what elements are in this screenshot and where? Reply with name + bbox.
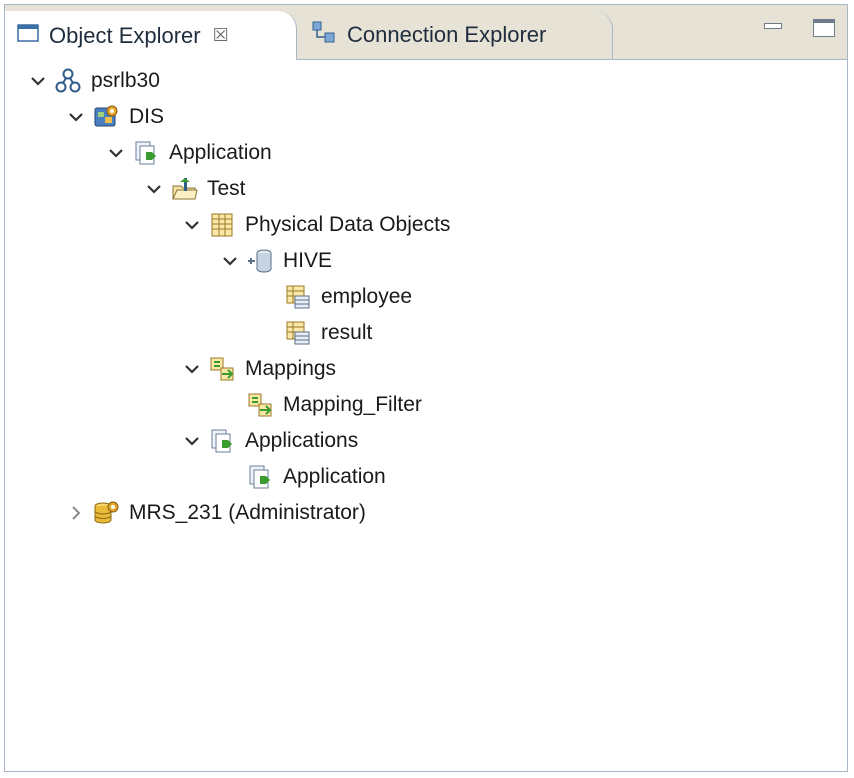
chevron-down-icon[interactable] [105,142,127,164]
tree-node-application-child[interactable]: Application [219,459,386,495]
tree-node-label: Applications [245,429,359,452]
tree-node-label: Application [283,465,386,488]
tree-node-label: Test [207,177,246,200]
table-object-icon [283,282,313,312]
tree-node-project[interactable]: Test [143,171,246,207]
application-icon [207,426,237,456]
close-tab-icon[interactable]: ☒ [213,25,229,46]
tree-node-label: result [321,321,373,344]
tree-node-label: Mapping_Filter [283,393,422,416]
maximize-view-button[interactable] [813,19,835,37]
tree-node-repository[interactable]: MRS_231 (Administrator) [65,495,366,531]
chevron-down-icon[interactable] [143,178,165,200]
tree-node-service[interactable]: DIS [65,99,164,135]
tree-node-label: psrlb30 [91,69,160,92]
database-connection-icon [245,246,275,276]
tree-node-label: MRS_231 (Administrator) [129,501,366,524]
tree-node-applications[interactable]: Applications [181,423,358,459]
data-integration-service-icon [91,102,121,132]
object-explorer-panel: Object Explorer ☒ Connection Explorer ps… [4,4,848,772]
object-explorer-window-icon [17,23,39,49]
tree-node-mapping[interactable]: Mapping_Filter [219,387,422,423]
tree-node-physical-data-objects[interactable]: Physical Data Objects [181,207,450,243]
tab-object-explorer[interactable]: Object Explorer ☒ [5,11,297,60]
physical-data-objects-icon [207,210,237,240]
tab-label: Object Explorer [49,22,201,48]
tree-node-data-object[interactable]: result [257,315,372,351]
tree-node-label: employee [321,285,413,308]
tree-node-label: Mappings [245,357,337,380]
tab-label: Connection Explorer [347,22,547,47]
tree-node-mappings[interactable]: Mappings [181,351,336,387]
tree-node-connection[interactable]: HIVE [219,243,332,279]
application-icon [131,138,161,168]
domain-node-icon [53,66,83,96]
chevron-down-icon[interactable] [181,214,203,236]
mapping-icon [245,390,275,420]
tree-node-label: Physical Data Objects [245,213,451,236]
model-repository-service-icon [91,498,121,528]
tree-node-label: HIVE [283,249,333,272]
connection-explorer-icon [311,20,337,50]
chevron-down-icon[interactable] [181,358,203,380]
tree-node-domain[interactable]: psrlb30 [27,63,160,99]
chevron-down-icon[interactable] [65,106,87,128]
chevron-down-icon[interactable] [181,430,203,452]
tree-node-label: Application [169,141,272,164]
minimize-view-button[interactable] [761,19,783,37]
tree-node-application[interactable]: Application [105,135,272,171]
table-object-icon [283,318,313,348]
tab-connection-explorer[interactable]: Connection Explorer [297,11,613,59]
chevron-down-icon[interactable] [219,250,241,272]
chevron-down-icon[interactable] [27,70,49,92]
chevron-right-icon[interactable] [65,502,87,524]
view-tab-bar: Object Explorer ☒ Connection Explorer [5,5,847,60]
tree-node-data-object[interactable]: employee [257,279,412,315]
application-icon [245,462,275,492]
folder-project-icon [169,174,199,204]
mappings-icon [207,354,237,384]
tree-node-label: DIS [129,105,165,128]
